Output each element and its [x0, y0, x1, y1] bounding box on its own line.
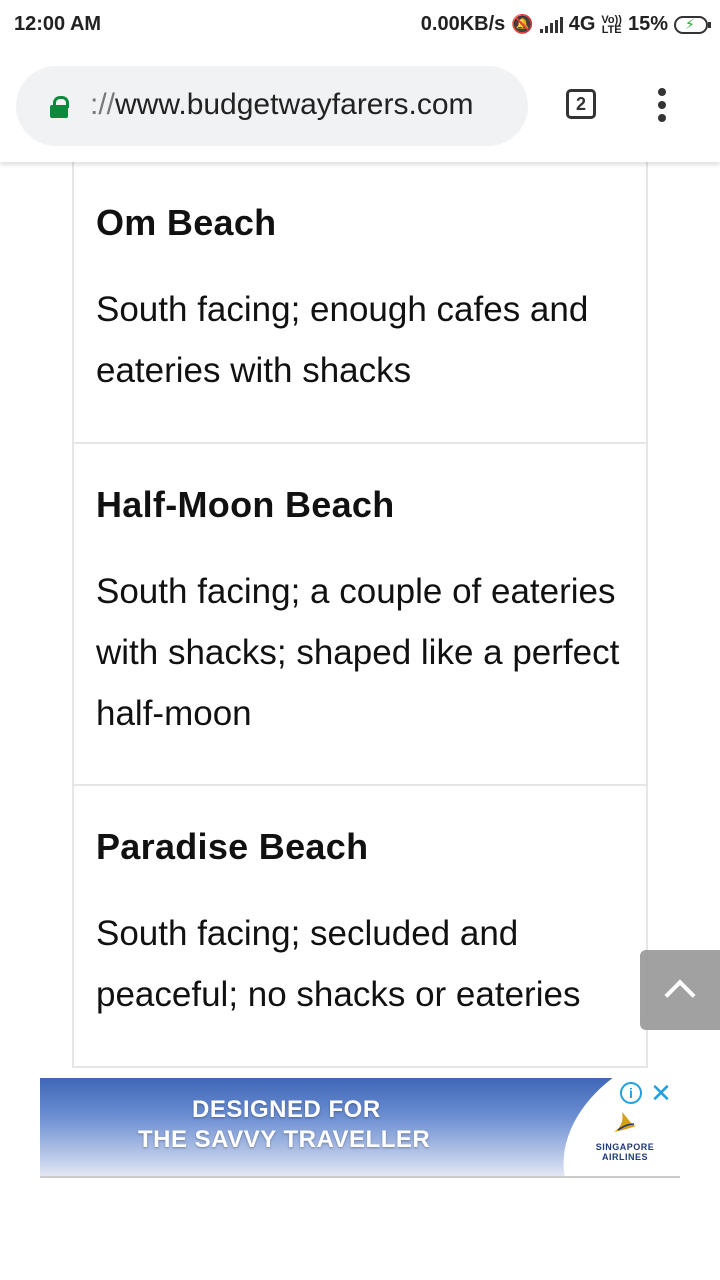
singapore-airlines-bird-icon: [614, 1112, 636, 1132]
beach-card: Paradise Beach South facing; secluded an…: [72, 786, 648, 1068]
tab-switcher-button[interactable]: 2: [566, 89, 596, 119]
beach-description: South facing; enough cafes and eateries …: [96, 290, 589, 390]
url-host: www.budgetwayfarers.com: [115, 88, 474, 121]
status-time: 12:00 AM: [14, 13, 102, 35]
browser-toolbar: ://www.budgetwayfarers.com 2: [0, 52, 720, 162]
net-speed: 0.00KB/s: [420, 13, 506, 35]
battery-percent: 15%: [627, 13, 668, 35]
status-bar: 12:00 AM 0.00KB/s 🔕 4G Vo)) LTE 15% ⚡: [0, 0, 720, 52]
beach-description: South facing; secluded and peaceful; no …: [96, 914, 581, 1014]
volte-icon: Vo)) LTE: [601, 13, 622, 36]
beach-list: Om Beach South facing; enough cafes and …: [72, 162, 648, 1068]
beach-name: Om Beach: [96, 202, 277, 243]
battery-charging-icon: ⚡: [674, 15, 711, 34]
chevron-up-icon: [664, 979, 696, 1011]
ad-close-icon[interactable]: ✕: [648, 1080, 674, 1106]
mute-bell-icon: 🔕: [511, 14, 534, 34]
beach-description: South facing; a couple of eateries with …: [96, 572, 620, 733]
beach-name: Paradise Beach: [96, 826, 369, 867]
beach-card: Half-Moon Beach South facing; a couple o…: [72, 444, 648, 786]
url-scheme: ://: [90, 88, 116, 121]
beach-card: Om Beach South facing; enough cafes and …: [72, 162, 648, 444]
signal-icon: [539, 16, 563, 33]
ad-headline-line2: THE SAVVY TRAVELLER: [138, 1126, 431, 1153]
ad-headline-line1: DESIGNED FOR: [192, 1096, 381, 1123]
beach-name: Half-Moon Beach: [96, 484, 395, 525]
scroll-to-top-button[interactable]: [640, 950, 720, 1030]
lock-icon: [50, 96, 69, 118]
address-bar[interactable]: ://www.budgetwayfarers.com: [16, 66, 528, 146]
url-text[interactable]: ://www.budgetwayfarers.com: [90, 88, 474, 122]
ad-info-icon[interactable]: i: [620, 1082, 642, 1104]
status-icons: 0.00KB/s 🔕 4G Vo)) LTE 15% ⚡: [420, 13, 711, 36]
ad-banner[interactable]: DESIGNED FOR THE SAVVY TRAVELLER SINGAPO…: [40, 1078, 680, 1178]
overflow-menu-icon[interactable]: [652, 88, 672, 128]
network-type: 4G: [568, 13, 596, 35]
ad-brand-logo: SINGAPORE AIRLINES: [595, 1142, 655, 1162]
